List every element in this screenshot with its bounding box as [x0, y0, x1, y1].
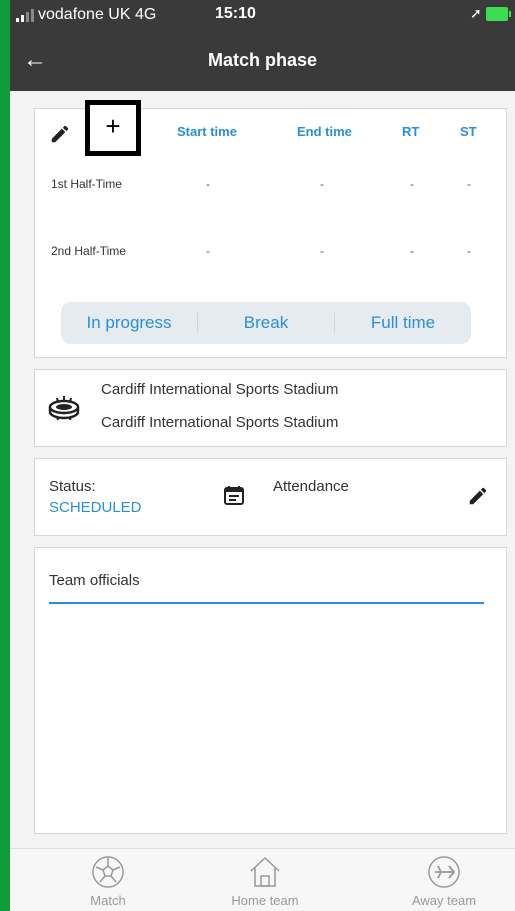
segment-full-time[interactable]: Full time [335, 313, 471, 333]
nav-match[interactable]: Match [58, 855, 158, 908]
tab-underline [49, 602, 484, 604]
cell-st: - [467, 244, 471, 258]
carrier-label: vodafone UK 4G [38, 6, 157, 23]
signal-icon [16, 9, 34, 22]
cell-rt: - [410, 177, 414, 191]
column-start-time: Start time [177, 124, 237, 139]
cell-rt: - [410, 244, 414, 258]
nav-label: Match [90, 893, 126, 908]
status-label: Status: [49, 478, 96, 495]
cell-start: - [206, 244, 210, 258]
home-icon [250, 856, 280, 887]
pencil-icon[interactable] [49, 123, 71, 145]
cell-end: - [320, 177, 324, 191]
column-st: ST [460, 124, 477, 139]
match-phase-card: + Start time End time RT ST 1st Half-Tim… [34, 100, 507, 358]
plus-icon: + [105, 111, 121, 141]
battery-charging-icon [486, 7, 511, 21]
clock: 15:10 [215, 5, 256, 22]
phase-segmented-control: In progress Break Full time [61, 302, 471, 344]
cell-end: - [320, 244, 324, 258]
status-card: Status: SCHEDULED Attendance [34, 458, 507, 536]
nav-label: Away team [411, 893, 477, 908]
top-bar: vodafone UK 4G 15:10 ➚ ← Match phase [10, 0, 515, 91]
column-end-time: End time [297, 124, 352, 139]
row-label: 1st Half-Time [51, 177, 122, 191]
team-officials-label: Team officials [49, 572, 140, 589]
bottom-navigation: Match Home team Away team [10, 848, 515, 911]
team-officials-card: Team officials [34, 547, 507, 834]
nav-home-team[interactable]: Home team [215, 855, 315, 908]
stadium-icon [48, 396, 80, 421]
row-label: 2nd Half-Time [51, 244, 126, 258]
segment-break[interactable]: Break [198, 313, 335, 333]
location-arrow-icon: ➚ [470, 5, 482, 21]
nav-away-team[interactable]: Away team [394, 855, 494, 908]
venue-subtitle: Cardiff International Sports Stadium [101, 414, 339, 431]
status-bar: vodafone UK 4G 15:10 ➚ [10, 0, 515, 30]
cell-st: - [467, 177, 471, 191]
column-rt: RT [402, 124, 420, 139]
venue-name: Cardiff International Sports Stadium [101, 381, 339, 398]
add-phase-button[interactable]: + [85, 100, 141, 156]
attendance-label: Attendance [273, 478, 349, 495]
segment-in-progress[interactable]: In progress [61, 313, 198, 333]
airplane-icon [428, 856, 460, 888]
phone-screen: vodafone UK 4G 15:10 ➚ ← Match phase + S… [10, 0, 515, 911]
nav-label: Home team [231, 893, 299, 908]
page-title: Match phase [207, 50, 318, 70]
football-icon [92, 856, 124, 888]
status-value: SCHEDULED [49, 499, 142, 516]
calendar-icon [224, 486, 244, 505]
app-bar: ← Match phase [10, 30, 515, 91]
venue-card[interactable]: Cardiff International Sports Stadium Car… [34, 369, 507, 447]
pencil-icon[interactable] [467, 485, 489, 507]
cell-start: - [206, 177, 210, 191]
